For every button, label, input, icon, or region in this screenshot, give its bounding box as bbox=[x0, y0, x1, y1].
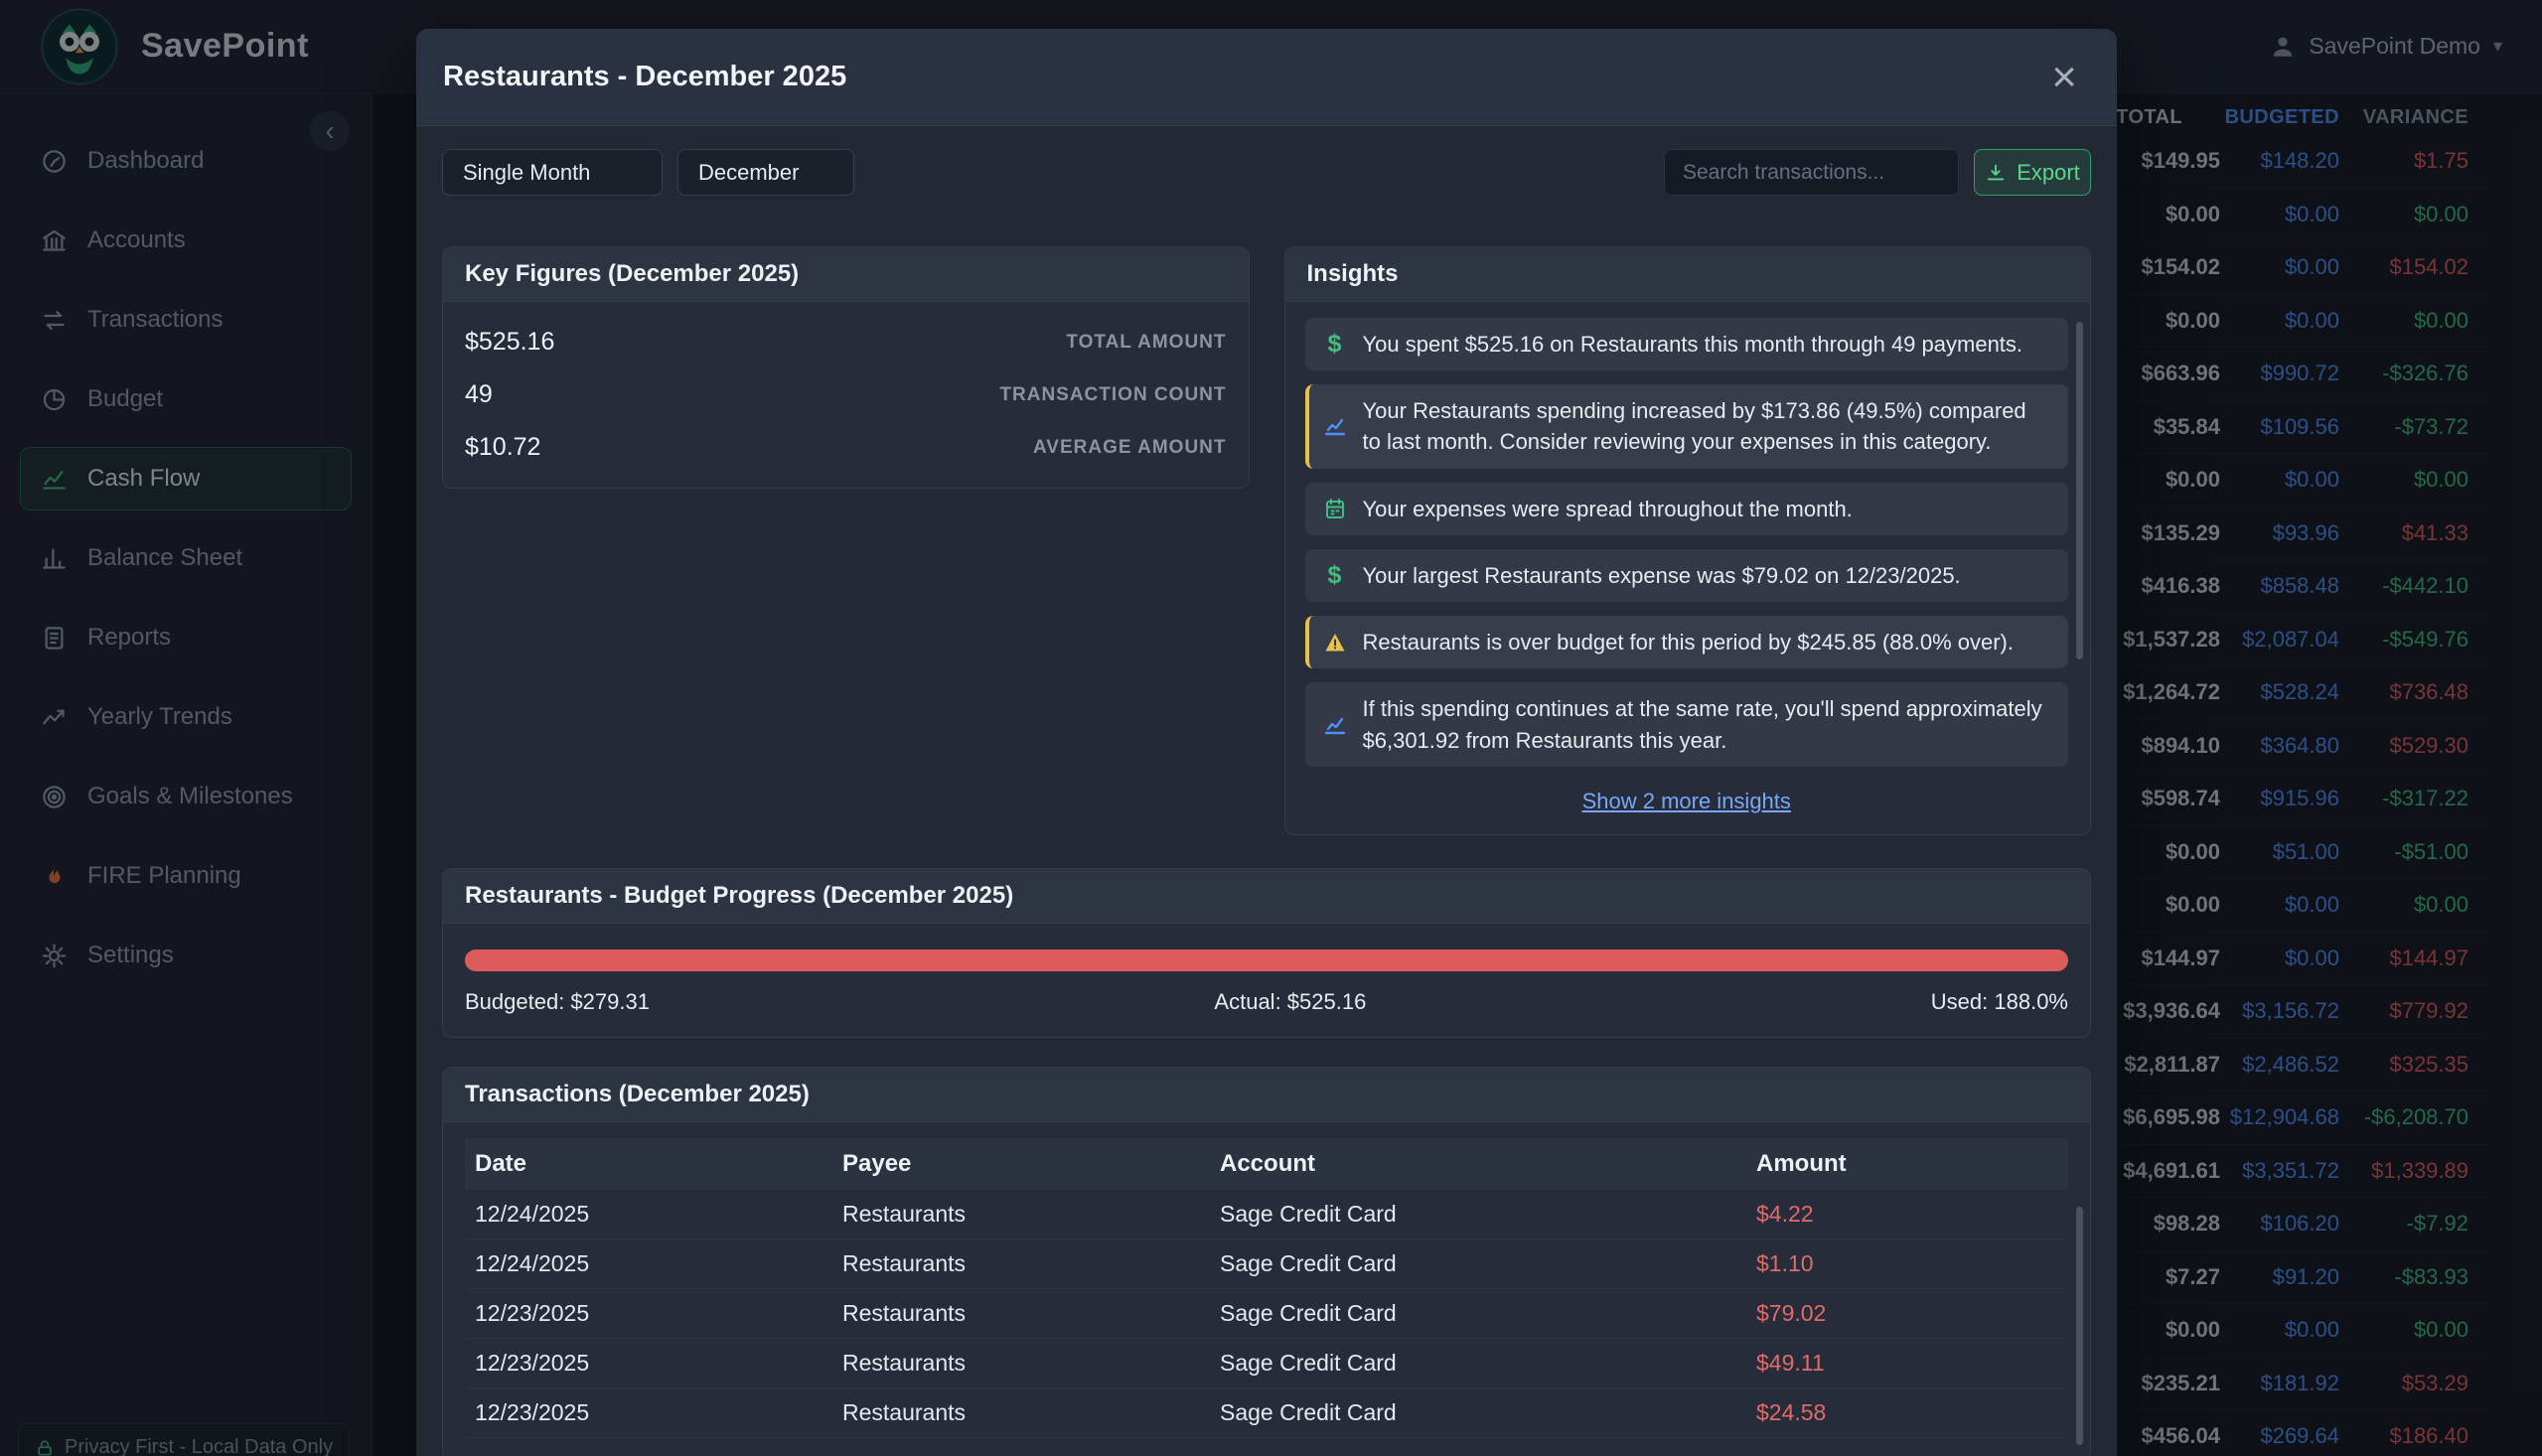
transaction-row: 12/24/2025 Restaurants Sage Credit Card … bbox=[465, 1190, 2068, 1239]
category-detail-modal: Restaurants - December 2025 × Single Mon… bbox=[416, 29, 2117, 1456]
key-figure-row: $525.16 TOTAL AMOUNT bbox=[465, 316, 1227, 368]
key-figure-value: $10.72 bbox=[465, 433, 540, 462]
transactions-header-row: Date Payee Account Amount bbox=[465, 1138, 2068, 1190]
modal-header: Restaurants - December 2025 × bbox=[416, 29, 2117, 126]
transaction-row: 12/23/2025 Restaurants Sage Credit Card … bbox=[465, 1387, 2068, 1437]
calendar-icon bbox=[1323, 497, 1347, 520]
transaction-payee: Restaurants bbox=[832, 1238, 1210, 1288]
export-button-label: Export bbox=[2017, 160, 2080, 186]
transaction-date: 12/23/2025 bbox=[465, 1387, 832, 1437]
key-figure-label: TRANSACTION COUNT bbox=[999, 384, 1226, 406]
dollar-icon: $ bbox=[1323, 333, 1347, 357]
key-figures-body: $525.16 TOTAL AMOUNT 49 TRANSACTION COUN… bbox=[443, 302, 1249, 488]
insight-text: Your Restaurants spending increased by $… bbox=[1363, 395, 2051, 457]
export-button[interactable]: Export bbox=[1974, 149, 2091, 196]
transaction-amount: $1.10 bbox=[1746, 1238, 2068, 1288]
key-figure-value: $525.16 bbox=[465, 328, 554, 357]
column-header-account: Account bbox=[1210, 1138, 1746, 1190]
insight-item: Your expenses were spread throughout the… bbox=[1305, 483, 2069, 535]
modal-title: Restaurants - December 2025 bbox=[443, 61, 846, 93]
transaction-date: 12/23/2025 bbox=[465, 1338, 832, 1387]
budget-progress-labels: Budgeted: $279.31 Actual: $525.16 Used: … bbox=[465, 989, 2068, 1015]
transaction-account: Sage Credit Card bbox=[1210, 1387, 1746, 1437]
key-figure-label: AVERAGE AMOUNT bbox=[1033, 437, 1227, 459]
insight-text: Restaurants is over budget for this peri… bbox=[1363, 627, 2014, 657]
insight-item: If this spending continues at the same r… bbox=[1305, 682, 2069, 766]
insight-item: Your Restaurants spending increased by $… bbox=[1305, 384, 2069, 468]
insights-card: Insights $ You spent $525.16 on Restaura… bbox=[1284, 246, 2092, 835]
month-select[interactable]: December bbox=[677, 149, 854, 196]
transaction-amount: $49.11 bbox=[1746, 1338, 2068, 1387]
period-select[interactable]: Single Month bbox=[442, 149, 663, 196]
insight-item: $ Your largest Restaurants expense was $… bbox=[1305, 549, 2069, 602]
transactions-title: Transactions (December 2025) bbox=[443, 1068, 2090, 1122]
transaction-payee: Restaurants bbox=[832, 1338, 1210, 1387]
column-header-amount: Amount bbox=[1746, 1138, 2068, 1190]
transaction-amount: $4.22 bbox=[1746, 1190, 2068, 1239]
insight-item: $ You spent $525.16 on Restaurants this … bbox=[1305, 318, 2069, 370]
transaction-payee: Restaurants bbox=[832, 1190, 1210, 1239]
transaction-date: 12/24/2025 bbox=[465, 1190, 832, 1239]
transaction-row: 12/23/2025 Restaurants Sage Credit Card … bbox=[465, 1288, 2068, 1338]
warning-icon bbox=[1323, 631, 1347, 655]
show-more-insights: Show 2 more insights bbox=[1305, 789, 2069, 814]
transaction-amount: $24.58 bbox=[1746, 1387, 2068, 1437]
show-more-insights-link[interactable]: Show 2 more insights bbox=[1582, 789, 1791, 813]
transactions-scrollbar[interactable] bbox=[2076, 1207, 2083, 1445]
insights-body: $ You spent $525.16 on Restaurants this … bbox=[1285, 302, 2091, 834]
transactions-body: Date Payee Account Amount 12/24/2025 Res… bbox=[443, 1122, 2090, 1456]
chart-icon bbox=[1323, 414, 1347, 438]
insight-item: Restaurants is over budget for this peri… bbox=[1305, 616, 2069, 668]
transaction-account: Sage Credit Card bbox=[1210, 1288, 1746, 1338]
key-figure-row: $10.72 AVERAGE AMOUNT bbox=[465, 421, 1227, 474]
chart-icon bbox=[1323, 713, 1347, 737]
key-figures-card: Key Figures (December 2025) $525.16 TOTA… bbox=[442, 246, 1250, 489]
insight-text: Your expenses were spread throughout the… bbox=[1363, 494, 1853, 524]
dollar-icon: $ bbox=[1323, 564, 1347, 588]
transaction-date: 12/24/2025 bbox=[465, 1238, 832, 1288]
insights-scrollbar[interactable] bbox=[2076, 322, 2083, 659]
insight-text: If this spending continues at the same r… bbox=[1363, 693, 2051, 755]
key-figure-label: TOTAL AMOUNT bbox=[1066, 332, 1226, 354]
budget-progress-card: Restaurants - Budget Progress (December … bbox=[442, 868, 2091, 1038]
modal-toolbar: Single Month December Export bbox=[442, 149, 2091, 196]
used-label: Used: 188.0% bbox=[1931, 989, 2068, 1015]
transaction-date: 12/23/2025 bbox=[465, 1288, 832, 1338]
insight-text: You spent $525.16 on Restaurants this mo… bbox=[1363, 329, 2023, 360]
column-header-date: Date bbox=[465, 1138, 832, 1190]
key-figures-title: Key Figures (December 2025) bbox=[443, 247, 1249, 302]
download-icon bbox=[1985, 162, 2007, 184]
insights-title: Insights bbox=[1285, 247, 2091, 302]
budget-progress-body: Budgeted: $279.31 Actual: $525.16 Used: … bbox=[443, 924, 2090, 1037]
key-figure-value: 49 bbox=[465, 380, 493, 409]
transaction-row: 12/23/2025 Restaurants Sage Credit Card … bbox=[465, 1338, 2068, 1387]
summary-row: Key Figures (December 2025) $525.16 TOTA… bbox=[442, 246, 2091, 835]
actual-label: Actual: $525.16 bbox=[1214, 989, 1366, 1015]
transaction-amount: $79.02 bbox=[1746, 1288, 2068, 1338]
column-header-payee: Payee bbox=[832, 1138, 1210, 1190]
transaction-account: Sage Credit Card bbox=[1210, 1238, 1746, 1288]
transactions-table: Date Payee Account Amount 12/24/2025 Res… bbox=[465, 1138, 2068, 1438]
insight-text: Your largest Restaurants expense was $79… bbox=[1363, 560, 1961, 591]
transaction-account: Sage Credit Card bbox=[1210, 1338, 1746, 1387]
transaction-payee: Restaurants bbox=[832, 1288, 1210, 1338]
budget-progress-bar bbox=[465, 949, 2068, 971]
transaction-payee: Restaurants bbox=[832, 1387, 1210, 1437]
transactions-card: Transactions (December 2025) Date Payee … bbox=[442, 1067, 2091, 1456]
budgeted-label: Budgeted: $279.31 bbox=[465, 989, 650, 1015]
search-input[interactable] bbox=[1664, 149, 1959, 196]
close-icon[interactable]: × bbox=[2051, 56, 2077, 99]
budget-progress-title: Restaurants - Budget Progress (December … bbox=[443, 869, 2090, 924]
transaction-account: Sage Credit Card bbox=[1210, 1190, 1746, 1239]
transaction-row: 12/24/2025 Restaurants Sage Credit Card … bbox=[465, 1238, 2068, 1288]
key-figure-row: 49 TRANSACTION COUNT bbox=[465, 368, 1227, 421]
